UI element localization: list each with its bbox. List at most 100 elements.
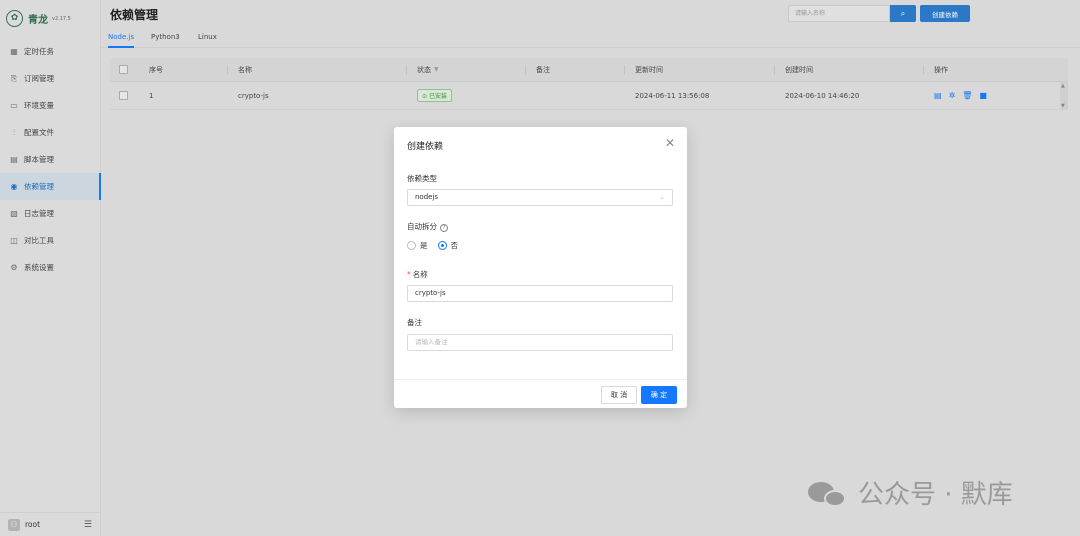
- type-label: 依赖类型: [407, 174, 437, 183]
- sidebar-item-config[interactable]: ⫶ 配置文件: [0, 119, 100, 146]
- split-yes-radio[interactable]: [407, 241, 416, 250]
- sidebar-item-label: 配置文件: [24, 128, 54, 137]
- sliders-icon: ⫶: [13, 127, 15, 137]
- tab-python3[interactable]: Python3: [151, 33, 180, 41]
- table-header: 序号 名称 状态 ▼ 备注 更新时间 创建时间 操作: [110, 58, 1068, 82]
- avatar: ⚇: [8, 518, 20, 531]
- menu-fold-icon[interactable]: ☰: [84, 520, 92, 530]
- column-header-updated: 更新时间: [635, 65, 663, 74]
- tab-nodejs[interactable]: Node.js: [108, 33, 134, 41]
- delete-icon[interactable]: 🗑: [962, 91, 972, 100]
- sidebar-item-script[interactable]: ▤ 脚本管理: [0, 146, 100, 173]
- column-header-status-label: 状态: [417, 65, 431, 74]
- column-divider: [624, 65, 625, 75]
- row-index: 1: [149, 91, 154, 100]
- confirm-button[interactable]: 确 定: [641, 386, 677, 404]
- script-icon: ▤: [10, 155, 18, 164]
- row-name: crypto-js: [238, 91, 269, 100]
- name-label: * 名称: [407, 269, 428, 280]
- watermark: 公众号 · 默库: [808, 474, 1013, 511]
- create-dependency-modal: 创建依赖 ✕ 依赖类型 nodejs ⌄ 自动拆分? 是 否 * 名称 crypt…: [394, 127, 687, 408]
- subscribe-icon: ⎘: [10, 73, 18, 83]
- type-select-value: nodejs: [415, 193, 439, 201]
- split-yes-label[interactable]: 是: [420, 240, 428, 251]
- row-checkbox[interactable]: [119, 82, 128, 109]
- sidebar-item-cron[interactable]: ▦ 定时任务: [0, 38, 100, 65]
- split-label: 自动拆分?: [407, 221, 448, 232]
- sidebar-nav: ▦ 定时任务 ⎘ 订阅管理 ▭ 环境变量 ⫶ 配置文件 ▤ 脚本管理 ◉ 依赖管…: [0, 38, 101, 281]
- sidebar-item-subscription[interactable]: ⎘ 订阅管理: [0, 65, 100, 92]
- search-input[interactable]: 请输入名称: [788, 5, 890, 22]
- log-icon: ▧: [10, 209, 18, 218]
- column-divider: [923, 65, 924, 75]
- column-divider: [406, 65, 407, 75]
- calendar-icon: ▦: [10, 47, 18, 56]
- select-all-checkbox[interactable]: [119, 58, 128, 81]
- help-icon[interactable]: ?: [440, 224, 448, 232]
- sidebar-item-diff[interactable]: ◫ 对比工具: [0, 227, 100, 254]
- sidebar-item-label: 定时任务: [24, 47, 54, 56]
- brand-name: 青龙: [28, 14, 48, 26]
- debug-icon[interactable]: ✲: [949, 91, 956, 100]
- row-actions: ▤ ✲ 🗑 ■: [934, 82, 987, 109]
- type-select[interactable]: nodejs ⌄: [407, 189, 673, 206]
- search-button[interactable]: ⌕: [890, 5, 916, 22]
- modal-footer: 取 消 确 定: [394, 379, 687, 408]
- status-badge: ⊙ 已安装: [417, 89, 452, 102]
- dependency-icon: ◉: [10, 182, 18, 191]
- user-menu[interactable]: ⚇ root ☰: [0, 512, 100, 536]
- column-header-created: 创建时间: [785, 65, 813, 74]
- column-header-remark: 备注: [536, 65, 550, 74]
- sidebar-item-dependency[interactable]: ◉ 依赖管理: [0, 173, 101, 200]
- name-input[interactable]: crypto-js: [407, 285, 673, 302]
- create-dependency-button[interactable]: 创建依赖: [920, 5, 970, 22]
- remark-input[interactable]: 请输入备注: [407, 334, 673, 351]
- row-created: 2024-06-10 14:46:20: [785, 91, 860, 100]
- sidebar-item-label: 依赖管理: [24, 182, 54, 191]
- split-no-radio[interactable]: [437, 241, 447, 250]
- env-icon: ▭: [10, 101, 18, 110]
- page-title: 依赖管理: [110, 8, 159, 22]
- brand[interactable]: ✿ 青龙 v2.17.5: [0, 0, 100, 36]
- scroll-down-icon[interactable]: ▼: [1061, 103, 1065, 109]
- tab-linux[interactable]: Linux: [198, 33, 217, 41]
- column-header-actions: 操作: [934, 65, 948, 74]
- trash-icon[interactable]: ■: [979, 91, 987, 100]
- sidebar-item-label: 日志管理: [24, 209, 54, 218]
- search-icon: ⌕: [900, 8, 906, 18]
- username: root: [25, 520, 41, 529]
- remark-label: 备注: [407, 318, 422, 327]
- close-icon[interactable]: ✕: [665, 136, 675, 150]
- sidebar-item-label: 系统设置: [24, 263, 54, 272]
- tab-bar: Node.js Python3 Linux: [101, 30, 1080, 48]
- status-badge-text: 已安装: [428, 93, 447, 100]
- table-row[interactable]: 1 crypto-js ⊙ 已安装 2024-06-11 13:56:08 20…: [110, 82, 1068, 110]
- split-no-label[interactable]: 否: [451, 240, 459, 251]
- modal-title: 创建依赖: [407, 142, 444, 152]
- name-label-text: 名称: [412, 270, 428, 279]
- log-icon[interactable]: ▤: [934, 91, 942, 100]
- app-version: v2.17.5: [52, 16, 71, 22]
- chevron-down-icon: ⌄: [659, 193, 665, 201]
- column-divider: [525, 65, 526, 75]
- table-scrollbar[interactable]: ▲ ▼: [1060, 82, 1068, 110]
- qinglong-logo-icon: ✿: [6, 9, 23, 27]
- diff-icon: ◫: [10, 236, 18, 245]
- watermark-text: 公众号 · 默库: [858, 480, 1013, 510]
- gear-icon: ⚙: [10, 263, 18, 272]
- sidebar-item-label: 订阅管理: [24, 74, 54, 83]
- wechat-icon: [808, 478, 848, 508]
- sidebar-item-env[interactable]: ▭ 环境变量: [0, 92, 100, 119]
- row-status: ⊙ 已安装: [417, 82, 452, 109]
- sidebar: ✿ 青龙 v2.17.5 ▦ 定时任务 ⎘ 订阅管理 ▭ 环境变量 ⫶ 配置文件…: [0, 0, 101, 536]
- dependency-table: 序号 名称 状态 ▼ 备注 更新时间 创建时间 操作 1 crypto-js ⊙…: [110, 58, 1068, 110]
- required-mark: *: [407, 270, 411, 279]
- sidebar-item-log[interactable]: ▧ 日志管理: [0, 200, 100, 227]
- sidebar-item-label: 环境变量: [24, 101, 54, 110]
- filter-icon[interactable]: ▼: [434, 66, 439, 73]
- column-header-index: 序号: [149, 65, 163, 74]
- column-header-status[interactable]: 状态 ▼: [417, 58, 439, 81]
- sidebar-item-settings[interactable]: ⚙ 系统设置: [0, 254, 100, 281]
- cancel-button[interactable]: 取 消: [601, 386, 637, 404]
- scroll-up-icon[interactable]: ▲: [1061, 83, 1065, 89]
